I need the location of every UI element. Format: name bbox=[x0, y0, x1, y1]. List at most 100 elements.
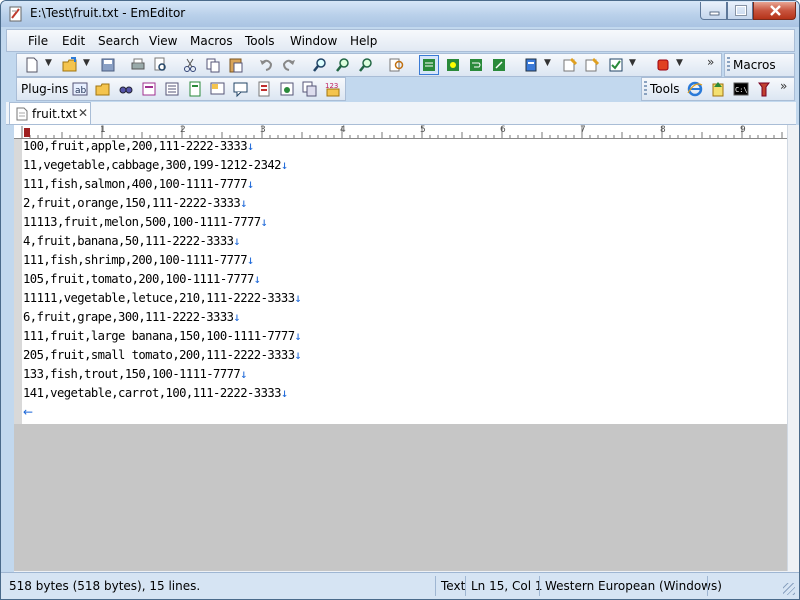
ruler-label-50: 5 bbox=[420, 125, 426, 135]
text-line[interactable]: 111,fruit,large banana,150,100-1111-7777… bbox=[23, 329, 302, 343]
status-cursor-position[interactable]: Ln 15, Col 1 bbox=[465, 576, 543, 596]
external-tool-icon[interactable] bbox=[755, 80, 773, 98]
print-button[interactable] bbox=[129, 56, 147, 74]
new-file-button[interactable] bbox=[23, 56, 41, 74]
stop-macro-recording-icon[interactable] bbox=[654, 56, 672, 74]
resize-grip[interactable] bbox=[783, 583, 795, 595]
text-line[interactable]: 4,fruit,banana,50,111-2222-3333↓ bbox=[23, 234, 241, 248]
menu-search[interactable]: Search bbox=[98, 34, 139, 48]
find-in-files-icon[interactable] bbox=[388, 56, 406, 74]
snippets-icon[interactable] bbox=[209, 80, 227, 98]
internet-explorer-icon[interactable] bbox=[686, 80, 704, 98]
find-previous-icon[interactable] bbox=[357, 56, 375, 74]
title-bar: E:\Test\fruit.txt - EmEditor bbox=[1, 1, 799, 27]
menu-window[interactable]: Window bbox=[290, 34, 337, 48]
macros-toolbar-grip[interactable] bbox=[727, 57, 730, 73]
explorer-icon[interactable] bbox=[94, 80, 112, 98]
text-line[interactable]: 6,fruit,grape,300,111-2222-3333↓ bbox=[23, 310, 241, 324]
plugins-toolbar-label: Plug-ins bbox=[21, 82, 69, 96]
text-line[interactable]: 111,fish,salmon,400,100-1111-7777↓ bbox=[23, 177, 254, 191]
wrap-icon[interactable] bbox=[467, 56, 485, 74]
highlight-toggle-button[interactable] bbox=[419, 55, 439, 75]
text-line[interactable]: 11111,vegetable,letuce,210,111-2222-3333… bbox=[23, 291, 302, 305]
outline-icon[interactable] bbox=[163, 80, 181, 98]
configuration-dropdown-icon[interactable]: ▼ bbox=[544, 58, 551, 68]
ruler-caret-marker bbox=[24, 128, 30, 137]
word-count-icon[interactable] bbox=[255, 80, 273, 98]
text-edit-area[interactable]: 100,fruit,apple,200,111-2222-3333↓ 11,ve… bbox=[14, 139, 787, 424]
ruler-label-30: 3 bbox=[260, 125, 266, 135]
cursor-line-icon[interactable] bbox=[444, 56, 462, 74]
eol-marker: ↓ bbox=[280, 386, 288, 400]
html-bar-icon[interactable] bbox=[140, 80, 158, 98]
save-button[interactable] bbox=[99, 56, 117, 74]
vertical-scrollbar[interactable] bbox=[787, 125, 799, 571]
cut-icon[interactable] bbox=[181, 56, 199, 74]
ruler-label-70: 7 bbox=[580, 125, 586, 135]
menu-edit[interactable]: Edit bbox=[62, 34, 85, 48]
emeditor-app-icon bbox=[9, 6, 23, 22]
window-wrap-icon[interactable] bbox=[490, 56, 508, 74]
eol-marker: ↓ bbox=[294, 291, 302, 305]
text-line[interactable]: 11,vegetable,cabbage,300,199-1212-2342↓ bbox=[23, 158, 288, 172]
tools-toolbar-grip[interactable] bbox=[644, 81, 647, 97]
text-line[interactable]: 100,fruit,apple,200,111-2222-3333↓ bbox=[23, 139, 254, 153]
minimize-button[interactable] bbox=[700, 2, 727, 20]
menu-help[interactable]: Help bbox=[350, 34, 377, 48]
editor-area[interactable]: 100,fruit,apple,200,111-2222-3333↓ 11,ve… bbox=[14, 139, 787, 571]
text-line[interactable]: 2,fruit,orange,150,111-2222-3333↓ bbox=[23, 196, 248, 210]
status-mode[interactable]: Text bbox=[435, 576, 465, 596]
close-window-button[interactable] bbox=[753, 2, 796, 20]
new-file-dropdown-icon[interactable]: ▼ bbox=[45, 58, 52, 68]
window-title: E:\Test\fruit.txt - EmEditor bbox=[30, 6, 186, 20]
status-encoding[interactable]: Western European (Windows) bbox=[539, 576, 722, 596]
copy-icon[interactable] bbox=[204, 56, 222, 74]
eol-marker: ↓ bbox=[247, 177, 254, 191]
text-line[interactable]: 205,fruit,small tomato,200,111-2222-3333… bbox=[23, 348, 302, 362]
eol-marker: ↓ bbox=[240, 196, 247, 210]
numbering-icon[interactable]: 123 bbox=[324, 80, 342, 98]
standard-toolbar-overflow-icon[interactable]: » bbox=[707, 55, 714, 69]
menu-tools[interactable]: Tools bbox=[245, 34, 275, 48]
undo-icon[interactable] bbox=[257, 56, 275, 74]
redo-icon[interactable] bbox=[280, 56, 298, 74]
menu-macros[interactable]: Macros bbox=[190, 34, 233, 48]
tab-close-icon[interactable]: ✕ bbox=[78, 106, 88, 120]
comment-icon[interactable] bbox=[232, 80, 250, 98]
text-line[interactable]: 11113,fruit,melon,500,100-1111-7777↓ bbox=[23, 215, 268, 229]
open-file-button[interactable] bbox=[61, 56, 79, 74]
open-documents-icon[interactable] bbox=[301, 80, 319, 98]
menu-bar: File Edit Search View Macros Tools Windo… bbox=[6, 29, 795, 52]
tools-toolbar-overflow-icon[interactable]: » bbox=[780, 79, 787, 93]
configuration-icon[interactable] bbox=[522, 56, 540, 74]
web-preview-icon[interactable] bbox=[278, 80, 296, 98]
command-prompt-icon[interactable]: C:\ bbox=[732, 80, 750, 98]
find-icon[interactable] bbox=[311, 56, 329, 74]
projects-icon[interactable] bbox=[186, 80, 204, 98]
checklist-dropdown-icon[interactable]: ▼ bbox=[629, 58, 636, 68]
checklist-icon[interactable] bbox=[607, 56, 625, 74]
properties-icon[interactable] bbox=[561, 56, 579, 74]
text-line[interactable]: 105,fruit,tomato,200,100-1111-7777↓ bbox=[23, 272, 261, 286]
text-line[interactable]: 141,vegetable,carrot,100,111-2222-3333↓ bbox=[23, 386, 288, 400]
maximize-button[interactable] bbox=[727, 2, 753, 20]
macro-dropdown-icon[interactable]: ▼ bbox=[676, 58, 683, 68]
find-next-icon[interactable] bbox=[334, 56, 352, 74]
menu-view[interactable]: View bbox=[149, 34, 177, 48]
find-bar-icon[interactable] bbox=[117, 80, 135, 98]
menu-file[interactable]: File bbox=[28, 34, 48, 48]
text-line[interactable]: 133,fish,trout,150,100-1111-7777↓ bbox=[23, 367, 248, 381]
upload-icon[interactable] bbox=[709, 80, 727, 98]
paste-icon[interactable] bbox=[227, 56, 245, 74]
text-line[interactable]: 111,fish,shrimp,200,100-1111-7777↓ bbox=[23, 253, 254, 267]
customize-icon[interactable] bbox=[583, 56, 601, 74]
tab-label: fruit.txt bbox=[32, 107, 78, 121]
tab-fruit-txt[interactable]: fruit.txt ✕ bbox=[9, 102, 91, 124]
app-window: E:\Test\fruit.txt - EmEditor File Edit S… bbox=[0, 0, 800, 600]
character-map-icon[interactable]: ab bbox=[71, 80, 89, 98]
eol-marker: ↓ bbox=[294, 348, 302, 362]
print-preview-button[interactable] bbox=[151, 56, 169, 74]
tools-toolbar-label: Tools bbox=[650, 82, 680, 96]
open-file-dropdown-icon[interactable]: ▼ bbox=[83, 58, 90, 68]
plugins-toolbar: Plug-ins ab 123 bbox=[16, 77, 346, 101]
